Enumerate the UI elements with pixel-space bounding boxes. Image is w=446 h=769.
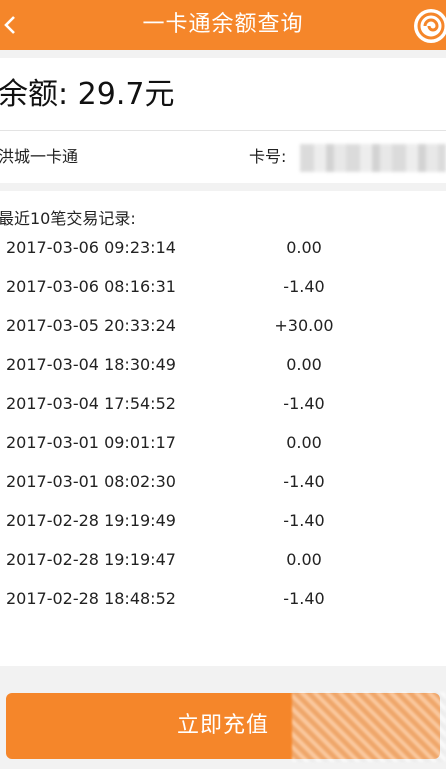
record-time: 2017-03-01 09:01:17 — [6, 433, 176, 452]
record-amount: 0.00 — [286, 550, 322, 569]
list-item: 2017-02-28 18:48:52 -1.40 — [0, 584, 446, 614]
record-amount: 0.00 — [286, 355, 322, 374]
records-title: 最近10笔交易记录: — [0, 209, 136, 228]
record-time: 2017-03-04 17:54:52 — [6, 394, 176, 413]
balance-section: 余额: 29.7元 — [0, 58, 446, 131]
record-time: 2017-02-28 18:48:52 — [6, 589, 176, 608]
record-time: 2017-03-06 09:23:14 — [6, 238, 176, 257]
list-item: 2017-02-28 19:19:49 -1.40 — [0, 506, 446, 536]
record-amount: 0.00 — [286, 238, 322, 257]
list-item: 2017-03-05 20:33:24 +30.00 — [0, 311, 446, 341]
card-number-redacted — [300, 144, 446, 172]
list-item: 2017-03-01 08:02:30 -1.40 — [0, 467, 446, 497]
list-item: 2017-03-04 17:54:52 -1.40 — [0, 389, 446, 419]
card-number-label: 卡号: — [249, 147, 287, 166]
watermark-overlay — [292, 692, 446, 762]
record-time: 2017-03-05 20:33:24 — [6, 316, 176, 335]
card-name: 洪城一卡通 — [0, 147, 79, 166]
record-time: 2017-02-28 19:19:47 — [6, 550, 176, 569]
page-title: 一卡通余额查询 — [142, 12, 304, 37]
record-time: 2017-03-06 08:16:31 — [6, 277, 176, 296]
list-item: 2017-03-06 08:16:31 -1.40 — [0, 272, 446, 302]
list-item: 2017-03-01 09:01:17 0.00 — [0, 428, 446, 458]
record-amount: -1.40 — [283, 277, 325, 296]
record-amount: -1.40 — [283, 472, 325, 491]
record-amount: 0.00 — [286, 433, 322, 452]
transaction-records: 最近10笔交易记录: 2017-03-06 09:23:14 0.00 2017… — [0, 191, 446, 666]
top-bar: 一卡通余额查询 — [0, 0, 446, 50]
list-item: 2017-03-04 18:30:49 0.00 — [0, 350, 446, 380]
record-amount: -1.40 — [283, 511, 325, 530]
record-amount: +30.00 — [274, 316, 334, 335]
card-info: 洪城一卡通 卡号: — [0, 131, 446, 183]
list-item: 2017-02-28 19:19:47 0.00 — [0, 545, 446, 575]
record-amount: -1.40 — [283, 394, 325, 413]
record-time: 2017-02-28 19:19:49 — [6, 511, 176, 530]
record-amount: -1.40 — [283, 589, 325, 608]
list-item: 2017-03-06 09:23:14 0.00 — [0, 233, 446, 263]
app-logo-icon[interactable] — [414, 9, 446, 43]
balance-value: 余额: 29.7元 — [0, 77, 175, 112]
record-time: 2017-03-01 08:02:30 — [6, 472, 176, 491]
record-time: 2017-03-04 18:30:49 — [6, 355, 176, 374]
